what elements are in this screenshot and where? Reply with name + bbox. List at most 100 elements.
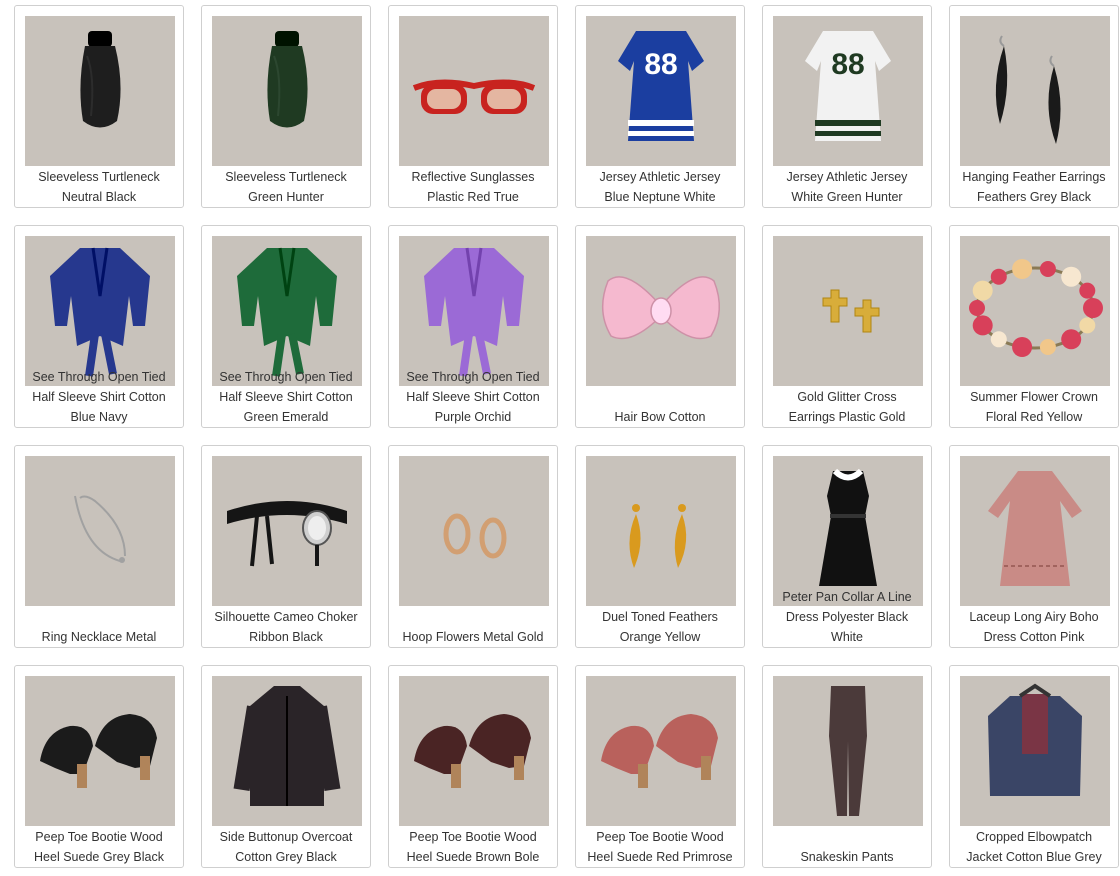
product-card[interactable]: Side Buttonup Overcoat Cotton Grey Black [201, 665, 371, 868]
product-label-line: Sleeveless Turtleneck [225, 170, 347, 184]
turtleneck-icon [267, 31, 308, 128]
product-card[interactable]: Ring Necklace Metal [14, 445, 184, 648]
dress-icon [819, 468, 877, 586]
product-thumbnail[interactable] [773, 236, 923, 386]
product-thumbnail[interactable] [25, 236, 175, 386]
product-label-line: Summer Flower Crown [970, 390, 1098, 404]
product-thumbnail[interactable]: 88 [773, 16, 923, 166]
product-thumbnail[interactable] [399, 676, 549, 826]
product-label-line: Heel Suede Brown Bole [406, 850, 540, 864]
product-card[interactable]: Peter Pan Collar A Line Dress Polyester B… [762, 445, 932, 648]
product-thumbnail[interactable] [586, 236, 736, 386]
hoop-earrings-icon [443, 513, 507, 559]
product-thumbnail[interactable] [212, 236, 362, 386]
product-card[interactable]: See Through Open Tied Half Sleeve Shirt C… [388, 225, 558, 428]
product-label-line: Jersey Athletic Jersey [786, 170, 908, 184]
product-label-line: Dress Polyester Black [785, 610, 909, 624]
product-thumbnail[interactable] [212, 676, 362, 826]
product-thumbnail[interactable] [212, 456, 362, 606]
product-label-line: See Through Open Tied [406, 370, 540, 384]
product-thumbnail[interactable] [773, 456, 923, 606]
product-label: Snakeskin Pants [765, 807, 929, 867]
product-card[interactable]: Peep Toe Bootie Wood Heel Suede Grey Blac… [14, 665, 184, 868]
product-label-line: Half Sleeve Shirt Cotton [32, 390, 166, 404]
product-thumbnail[interactable] [25, 456, 175, 606]
tied-shirt-icon [424, 247, 524, 377]
product-label-line: Peep Toe Bootie Wood [35, 830, 163, 844]
product-card[interactable]: Hoop Flowers Metal Gold [388, 445, 558, 648]
product-thumbnail[interactable] [773, 676, 923, 826]
product-card[interactable]: 88 Jersey Athletic Jersey Blue Neptune Wh… [575, 5, 745, 208]
product-card[interactable]: Duel Toned Feathers Orange Yellow [575, 445, 745, 648]
product-label: Duel Toned Feathers Orange Yellow [578, 587, 742, 647]
product-label: Gold Glitter Cross Earrings Plastic Gold [765, 367, 929, 427]
product-card[interactable]: Hair Bow Cotton [575, 225, 745, 428]
product-label-line: Cropped Elbowpatch [975, 830, 1093, 844]
hair-bow-icon [602, 276, 720, 340]
product-label: Ring Necklace Metal [17, 587, 181, 647]
product-card[interactable]: Cropped Elbowpatch Jacket Cotton Blue Gre… [949, 665, 1119, 868]
feather-earrings-icon [995, 35, 1061, 144]
product-card[interactable]: Laceup Long Airy Boho Dress Cotton Pink [949, 445, 1119, 648]
product-thumbnail[interactable] [960, 16, 1110, 166]
tied-shirt-icon [50, 247, 150, 377]
product-card[interactable]: Gold Glitter Cross Earrings Plastic Gold [762, 225, 932, 428]
product-label-line: Blue Navy [70, 410, 128, 424]
product-label-line: Gold Glitter Cross [797, 390, 897, 404]
svg-text:88: 88 [831, 48, 864, 81]
product-label-line: Jersey Athletic Jersey [599, 170, 721, 184]
flower-crown-icon [969, 259, 1103, 357]
product-thumbnail[interactable] [399, 236, 549, 386]
product-label-line: Earrings Plastic Gold [788, 410, 906, 424]
product-thumbnail[interactable] [960, 676, 1110, 826]
product-label: Summer Flower Crown Floral Red Yellow [952, 367, 1116, 427]
product-thumbnail[interactable] [212, 16, 362, 166]
product-label-line: Hair Bow Cotton [614, 410, 706, 424]
product-thumbnail[interactable] [399, 16, 549, 166]
product-card[interactable]: See Through Open Tied Half Sleeve Shirt C… [14, 225, 184, 428]
product-card[interactable]: Peep Toe Bootie Wood Heel Suede Brown Bol… [388, 665, 558, 868]
product-thumbnail[interactable]: 88 [586, 16, 736, 166]
product-card[interactable]: Sleeveless Turtleneck Green Hunter [201, 5, 371, 208]
product-thumbnail[interactable] [25, 676, 175, 826]
product-label-line: Feathers Grey Black [977, 190, 1091, 204]
product-label-line: Ring Necklace Metal [41, 630, 157, 644]
product-label-line: Orange Yellow [619, 630, 701, 644]
product-label: Jersey Athletic Jersey Blue Neptune White [578, 147, 742, 207]
product-card[interactable]: Snakeskin Pants [762, 665, 932, 868]
drop-earrings-icon [629, 504, 687, 568]
product-card[interactable]: See Through Open Tied Half Sleeve Shirt C… [201, 225, 371, 428]
product-label: Peep Toe Bootie Wood Heel Suede Grey Blac… [17, 807, 181, 867]
product-label-line: Jacket Cotton Blue Grey [966, 850, 1102, 864]
product-card[interactable]: Peep Toe Bootie Wood Heel Suede Red Primr… [575, 665, 745, 868]
jersey-dress-icon: 88 [805, 31, 891, 141]
product-label-line: See Through Open Tied [219, 370, 353, 384]
product-card[interactable]: Silhouette Cameo Choker Ribbon Black [201, 445, 371, 648]
product-card[interactable]: Reflective Sunglasses Plastic Red True [388, 5, 558, 208]
product-label-line: Ribbon Black [249, 630, 323, 644]
product-label: Sleeveless Turtleneck Neutral Black [17, 147, 181, 207]
product-card[interactable]: Hanging Feather Earrings Feathers Grey Bl… [949, 5, 1119, 208]
product-label: See Through Open Tied Half Sleeve Shirt C… [391, 367, 555, 427]
product-thumbnail[interactable] [960, 456, 1110, 606]
turtleneck-icon [80, 31, 121, 128]
product-thumbnail[interactable] [25, 16, 175, 166]
product-label-line: White [831, 630, 863, 644]
product-thumbnail[interactable] [586, 456, 736, 606]
product-label-line: Neutral Black [61, 190, 137, 204]
product-label-line: Floral Red Yellow [985, 410, 1083, 424]
product-card[interactable]: Summer Flower Crown Floral Red Yellow [949, 225, 1119, 428]
product-thumbnail[interactable] [960, 236, 1110, 386]
product-label: Side Buttonup Overcoat Cotton Grey Black [204, 807, 368, 867]
product-label-line: Hanging Feather Earrings [962, 170, 1106, 184]
product-label: Hair Bow Cotton [578, 367, 742, 427]
product-card[interactable]: Sleeveless Turtleneck Neutral Black [14, 5, 184, 208]
product-label-line: Laceup Long Airy Boho [969, 610, 1099, 624]
svg-text:88: 88 [644, 48, 677, 81]
product-label-line: Plastic Red True [427, 190, 519, 204]
product-thumbnail[interactable] [399, 456, 549, 606]
product-label-line: Hoop Flowers Metal Gold [402, 630, 544, 644]
product-card[interactable]: 88 Jersey Athletic Jersey White Green Hun… [762, 5, 932, 208]
product-label-line: Sleeveless Turtleneck [38, 170, 160, 184]
product-thumbnail[interactable] [586, 676, 736, 826]
